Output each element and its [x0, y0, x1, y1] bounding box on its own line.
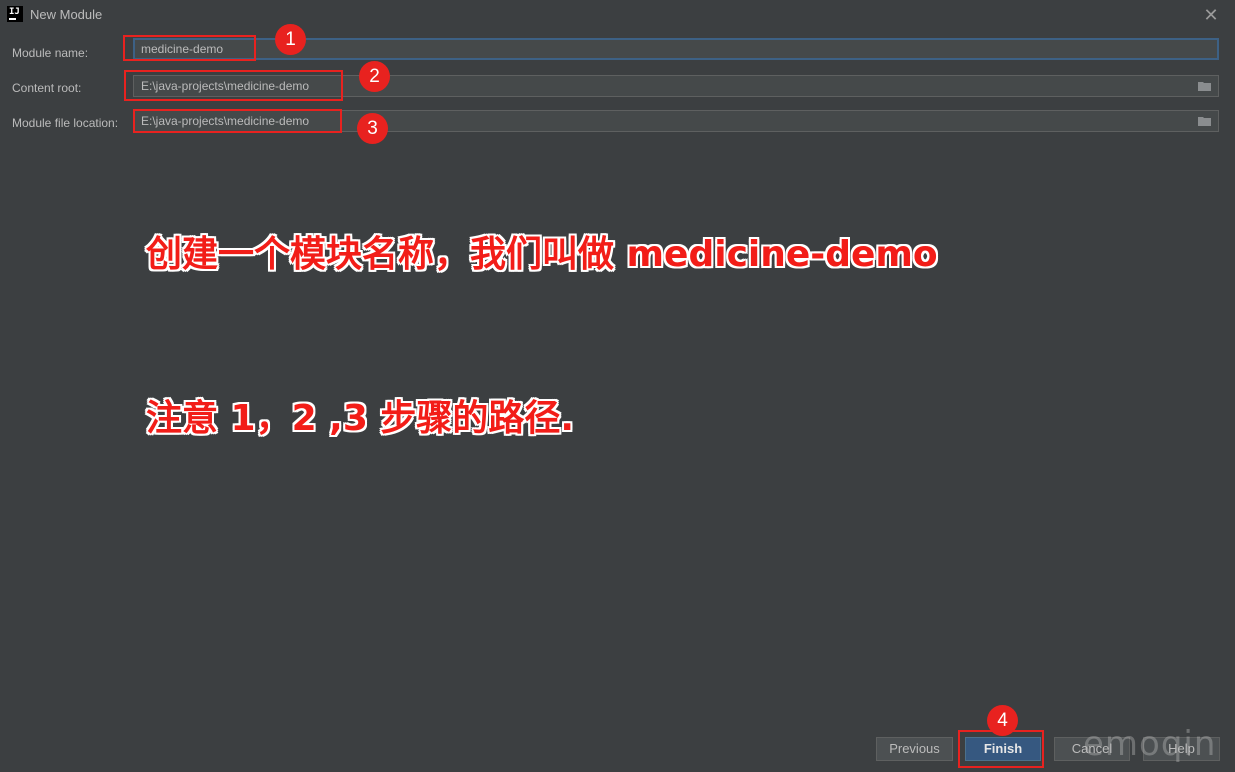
step-badge-1: 1 — [275, 24, 306, 55]
step-badge-4: 4 — [987, 705, 1018, 736]
finish-button[interactable]: Finish — [965, 737, 1041, 761]
highlight-box-module-name — [123, 35, 256, 61]
window-title: New Module — [30, 7, 103, 22]
step-badge-3: 3 — [357, 113, 388, 144]
annotation-line-1: 创建一个模块名称，我们叫做 medicine-demo — [146, 234, 938, 275]
folder-icon[interactable] — [1198, 116, 1212, 126]
close-icon[interactable]: ✕ — [1200, 4, 1222, 26]
title-bar: IJ New Module ✕ — [0, 0, 1235, 30]
highlight-box-module-file — [133, 109, 342, 133]
folder-icon[interactable] — [1198, 81, 1212, 91]
intellij-app-icon: IJ — [7, 6, 23, 22]
step-badge-2: 2 — [359, 61, 390, 92]
previous-button[interactable]: Previous — [876, 737, 953, 761]
module-file-location-label: Module file location: — [12, 116, 119, 130]
highlight-box-content-root — [124, 70, 343, 101]
watermark: emoqin — [1083, 724, 1217, 764]
content-root-label: Content root: — [12, 81, 82, 95]
annotation-line-2: 注意 1，2 ,3 步骤的路径. — [146, 398, 575, 439]
module-name-label: Module name: — [12, 46, 89, 60]
